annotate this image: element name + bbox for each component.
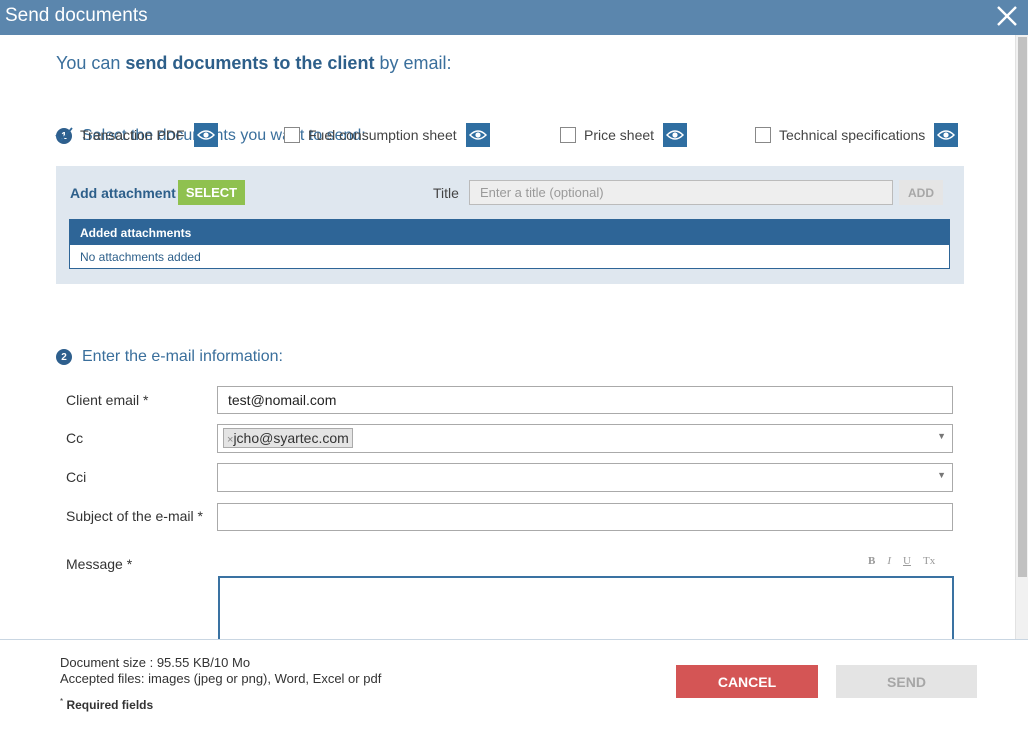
document-option-price-sheet[interactable]: Price sheet xyxy=(560,123,688,147)
attachments-panel: Add attachment SELECT Title ADD Added at… xyxy=(56,166,964,284)
attachments-table: Added attachments No attachments added xyxy=(69,219,950,269)
message-textarea[interactable] xyxy=(218,576,954,646)
add-attachment-button: ADD xyxy=(899,180,943,205)
document-label: Price sheet xyxy=(584,127,655,143)
cancel-button[interactable]: CANCEL xyxy=(676,665,818,698)
document-option-transaction-pdf[interactable]: Transaction PDF xyxy=(54,123,218,147)
eye-icon[interactable] xyxy=(193,123,218,147)
subject-field[interactable] xyxy=(217,503,953,531)
required-marker: * xyxy=(60,697,64,706)
checkbox[interactable] xyxy=(560,127,576,143)
rich-text-toolbar: B I U Tx xyxy=(868,555,953,571)
send-button: SEND xyxy=(836,665,977,698)
bold-icon[interactable]: B xyxy=(868,555,875,571)
attachment-title-input[interactable] xyxy=(469,180,893,205)
message-label: Message * xyxy=(66,556,133,572)
attachments-empty-text: No attachments added xyxy=(80,250,201,264)
dialog-title: Send documents xyxy=(5,5,148,26)
cc-tag[interactable]: ×jcho@syartec.com xyxy=(223,428,353,448)
client-email-field[interactable]: test@nomail.com xyxy=(217,386,953,414)
cc-field[interactable]: ×jcho@syartec.com ▼ xyxy=(217,424,953,453)
document-option-fuel-consumption[interactable]: Fuel consumption sheet xyxy=(284,123,490,147)
cci-field[interactable]: ▼ xyxy=(217,463,953,492)
cc-tag-label: jcho@syartec.com xyxy=(233,430,349,446)
dropdown-arrow-icon[interactable]: ▼ xyxy=(937,470,946,480)
client-email-label: Client email * xyxy=(66,392,149,408)
italic-icon[interactable]: I xyxy=(887,555,891,571)
step-2-heading: 2 Enter the e-mail information: xyxy=(56,348,283,366)
subject-label: Subject of the e-mail * xyxy=(66,508,203,524)
title-label: Title xyxy=(433,185,459,201)
clear-format-icon[interactable]: Tx xyxy=(923,555,935,571)
cc-label: Cc xyxy=(66,430,84,446)
add-attachment-label: Add attachment xyxy=(70,185,176,201)
intro-prefix: You can xyxy=(56,53,126,73)
eye-icon[interactable] xyxy=(465,123,490,147)
checkbox[interactable] xyxy=(284,127,300,143)
close-icon[interactable] xyxy=(994,3,1020,29)
file-info: Document size : 95.55 KB/10 Mo Accepted … xyxy=(60,655,381,687)
document-size-text: Document size : 95.55 KB/10 Mo xyxy=(60,655,251,670)
eye-icon[interactable] xyxy=(663,123,688,147)
scrollbar-thumb[interactable] xyxy=(1018,37,1027,577)
underline-icon[interactable]: U xyxy=(903,555,911,571)
document-label: Transaction PDF xyxy=(80,127,185,143)
attachments-table-header: Added attachments xyxy=(70,220,949,245)
intro-bold: send documents to the client xyxy=(125,53,375,73)
dialog-footer: Document size : 95.55 KB/10 Mo Accepted … xyxy=(0,639,1028,730)
checkbox[interactable] xyxy=(755,127,771,143)
accepted-files-text: Accepted files: images (jpeg or png), Wo… xyxy=(60,671,382,686)
required-text: Required fields xyxy=(66,698,154,712)
dropdown-arrow-icon[interactable]: ▼ xyxy=(937,431,946,441)
scrollbar[interactable] xyxy=(1015,35,1028,639)
document-label: Technical specifications xyxy=(779,127,926,143)
eye-icon[interactable] xyxy=(934,123,959,147)
intro-suffix: by email: xyxy=(374,53,452,73)
select-attachment-button[interactable]: SELECT xyxy=(178,180,245,205)
required-fields-note: * Required fields xyxy=(60,697,153,712)
step-2-number: 2 xyxy=(56,349,72,365)
document-label: Fuel consumption sheet xyxy=(308,127,457,143)
document-option-technical-specifications[interactable]: Technical specifications xyxy=(755,123,959,147)
step-2-label: Enter the e-mail information: xyxy=(82,348,283,365)
intro-text: You can send documents to the client by … xyxy=(56,53,451,74)
checkmark-icon[interactable] xyxy=(54,125,74,145)
dialog-titlebar: Send documents xyxy=(0,0,1028,35)
cci-label: Cci xyxy=(66,469,87,485)
